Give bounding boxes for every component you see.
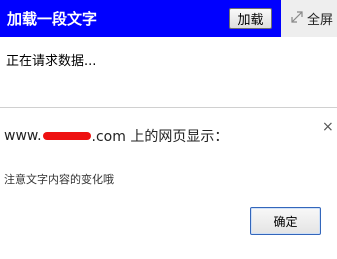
dialog-title-suffix: .com 上的网页显示： — [91, 129, 229, 145]
fullscreen-button[interactable]: 全屏 — [281, 0, 337, 37]
redacted-domain — [42, 132, 91, 140]
alert-dialog: www. .com 上的网页显示： × 注意文字内容的变化哦 确定 — [0, 107, 337, 259]
status-text: 正在请求数据... — [6, 54, 97, 69]
dialog-message: 注意文字内容的变化哦 — [4, 173, 114, 186]
title-panel: 加载一段文字 加载 — [0, 0, 281, 37]
ok-button[interactable]: 确定 — [250, 207, 321, 235]
close-icon[interactable]: × — [322, 120, 334, 134]
dialog-title-prefix: www. — [4, 128, 42, 144]
page-title: 加载一段文字 — [7, 10, 98, 28]
top-bar: 加载一段文字 加载 全屏 — [0, 0, 337, 37]
load-button[interactable]: 加载 — [229, 8, 272, 29]
fullscreen-label: 全屏 — [307, 13, 334, 28]
expand-icon — [291, 11, 303, 23]
dialog-title: www. .com 上的网页显示： — [4, 126, 228, 146]
